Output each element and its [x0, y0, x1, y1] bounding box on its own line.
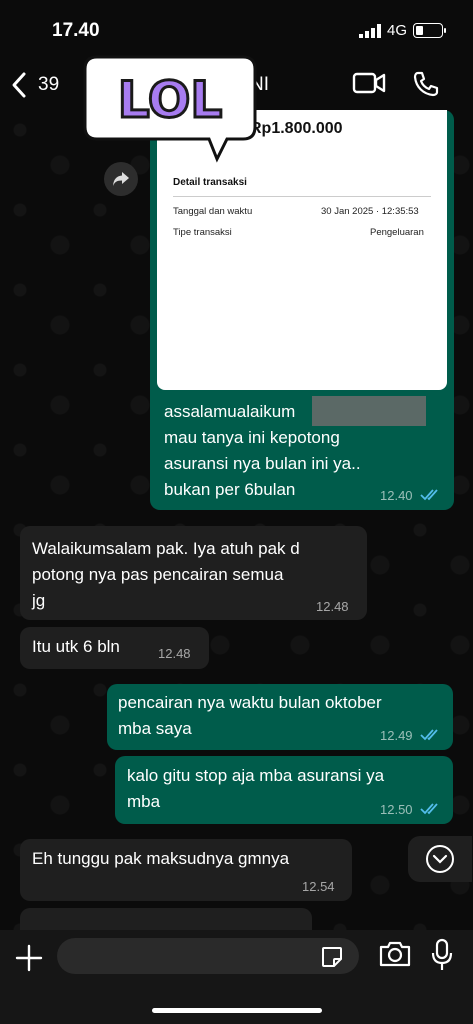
microphone-icon[interactable] — [430, 938, 454, 972]
receipt-row-label: Tanggal dan waktu — [173, 206, 253, 217]
plus-icon[interactable] — [15, 944, 43, 972]
message-line: mau tanya ini kepotong — [164, 428, 340, 447]
lol-sticker: LOL — [83, 55, 257, 163]
message-line: assalamualaikum — [164, 402, 296, 421]
signal-icon — [358, 23, 381, 38]
message-line: Itu utk 6 bln — [32, 637, 120, 656]
voice-call-icon[interactable] — [412, 70, 440, 98]
chevron-down-icon — [426, 845, 454, 873]
message-time: 12.40 — [380, 488, 413, 503]
receipt-detail-title: Detail transaksi — [173, 177, 247, 188]
message-line: kalo gitu stop aja mba asuransi ya — [127, 766, 385, 785]
receipt-amount: Rp1.800.000 — [250, 120, 343, 137]
message-time: 12.54 — [302, 879, 335, 894]
message-time: 12.50 — [380, 802, 413, 817]
sticker-icon[interactable] — [320, 945, 344, 969]
forward-button[interactable] — [104, 162, 138, 196]
message-line: potong nya pas pencairan semua — [32, 565, 284, 584]
message-input[interactable] — [57, 938, 359, 974]
read-ticks-icon — [420, 489, 438, 501]
status-indicators: 4G — [358, 22, 446, 39]
redacted-block — [312, 396, 426, 426]
read-ticks-icon — [420, 803, 438, 815]
receipt-row-value: Pengeluaran — [370, 227, 424, 238]
message-line: jg — [32, 591, 46, 610]
battery-icon — [413, 23, 446, 38]
message-line: Walaikumsalam pak. Iya atuh pak d — [32, 539, 300, 558]
message-time: 12.48 — [158, 646, 191, 661]
unread-count[interactable]: 39 — [38, 74, 59, 96]
scroll-to-bottom-button[interactable] — [408, 836, 472, 882]
message-time: 12.49 — [380, 728, 413, 743]
message-line: pencairan nya waktu bulan oktober — [118, 693, 382, 712]
forward-arrow-icon — [113, 172, 129, 186]
message-line: asuransi nya bulan ini ya.. — [164, 454, 361, 473]
receipt-row-value: 30 Jan 2025 · 12:35:53 — [321, 206, 419, 217]
network-label: 4G — [386, 22, 407, 39]
home-indicator[interactable] — [152, 1008, 322, 1013]
status-time: 17.40 — [52, 20, 100, 41]
camera-icon[interactable] — [378, 940, 412, 968]
message-line: Eh tunggu pak maksudnya gmnya — [32, 849, 290, 868]
back-chevron-icon[interactable] — [10, 70, 28, 100]
receipt-row-label: Tipe transaksi — [173, 227, 232, 238]
message-line: mba — [127, 792, 161, 811]
receipt-divider — [173, 196, 431, 197]
message-time: 12.48 — [316, 599, 349, 614]
read-ticks-icon — [420, 729, 438, 741]
message-line: bukan per 6bulan — [164, 480, 296, 499]
sticker-text: LOL — [118, 71, 222, 129]
video-call-icon[interactable] — [352, 70, 386, 96]
message-line: mba saya — [118, 719, 192, 738]
